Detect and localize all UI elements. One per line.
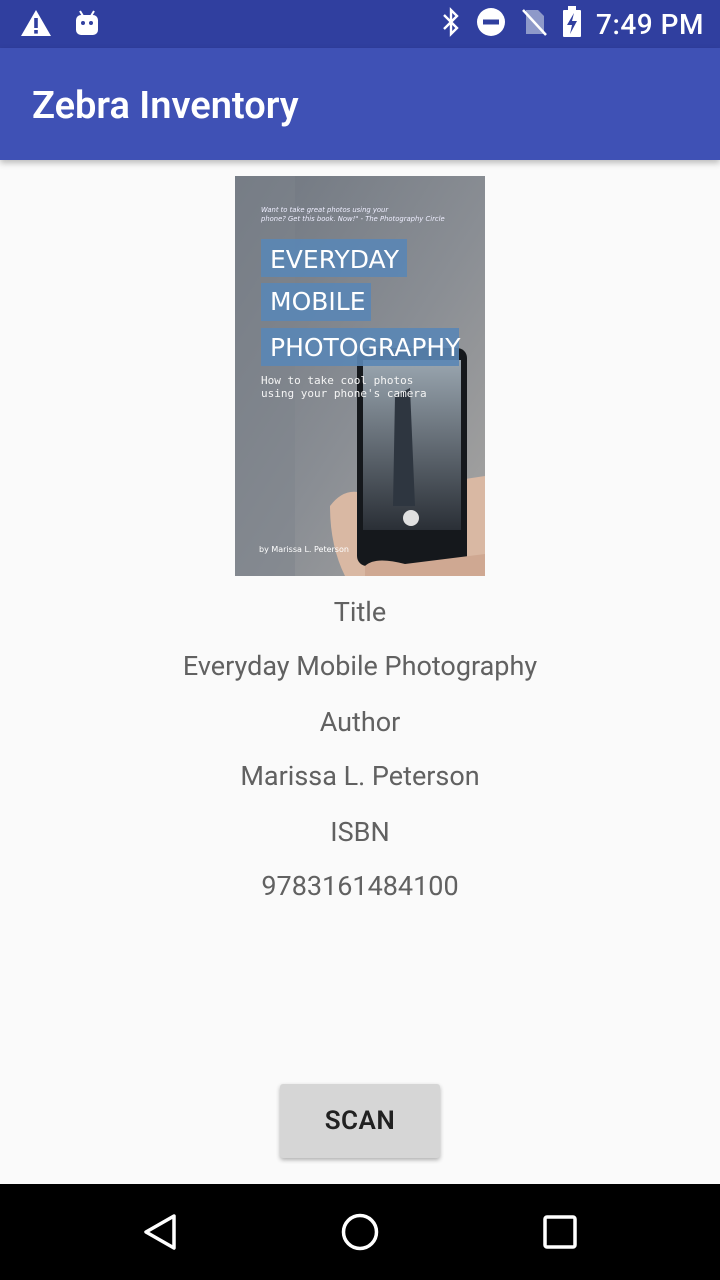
cover-subtitle-line2: using your phone's camera	[261, 387, 427, 400]
recents-icon[interactable]	[540, 1212, 580, 1256]
isbn-value: 9783161484100	[261, 870, 459, 902]
cover-quote-line1: Want to take great photos using your	[261, 206, 389, 214]
cover-author: by Marissa L. Peterson	[259, 545, 349, 554]
app-bar: Zebra Inventory	[0, 48, 720, 160]
isbn-label: ISBN	[330, 816, 390, 848]
no-sim-icon	[520, 7, 548, 41]
scan-button[interactable]: SCAN	[280, 1084, 440, 1158]
battery-charging-icon	[562, 6, 582, 42]
app-title: Zebra Inventory	[32, 84, 299, 128]
status-time: 7:49 PM	[596, 7, 704, 41]
cover-title-line1: EVERYDAY	[270, 245, 400, 274]
warning-icon	[20, 8, 52, 42]
author-label: Author	[319, 706, 401, 738]
title-value: Everyday Mobile Photography	[182, 650, 538, 682]
home-icon[interactable]	[340, 1212, 380, 1256]
status-bar: 7:49 PM	[0, 0, 720, 48]
back-icon[interactable]	[140, 1212, 180, 1256]
navigation-bar	[0, 1184, 720, 1280]
cover-subtitle-line1: How to take cool photos	[261, 374, 413, 387]
bluetooth-icon	[440, 6, 462, 42]
do-not-disturb-icon	[476, 7, 506, 41]
author-value: Marissa L. Peterson	[240, 760, 480, 792]
android-icon	[74, 9, 100, 41]
title-label: Title	[333, 596, 387, 628]
cover-quote-line2: phone? Get this book. Now!" - The Photog…	[260, 215, 445, 223]
cover-title-line2: MOBILE	[270, 287, 366, 316]
cover-title-line3: PHOTOGRAPHY	[270, 333, 461, 362]
book-cover-image: Want to take great photos using your pho…	[235, 176, 485, 576]
